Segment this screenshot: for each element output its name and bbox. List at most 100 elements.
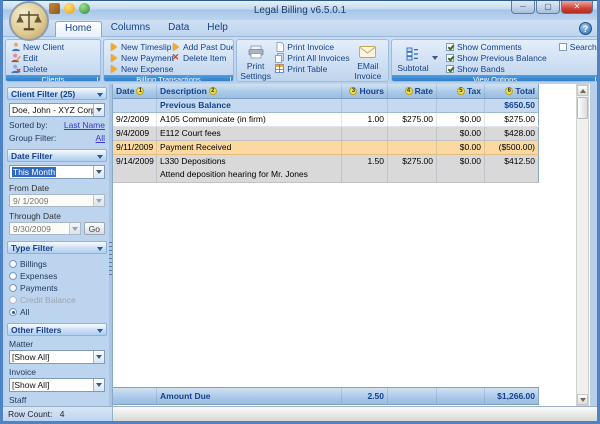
amount-due-total: $1,266.00 bbox=[485, 388, 539, 404]
print-settings-button[interactable]: Print Settings bbox=[239, 41, 272, 81]
through-date-input[interactable]: 9/30/2009 bbox=[9, 222, 81, 235]
tab-data[interactable]: Data bbox=[159, 20, 198, 37]
date-filter-header[interactable]: Date Filter bbox=[7, 149, 107, 162]
tab-help[interactable]: Help bbox=[198, 20, 237, 37]
date-picker-icon[interactable] bbox=[93, 195, 104, 206]
radio-payments[interactable]: Payments bbox=[9, 283, 105, 293]
scroll-down-icon[interactable] bbox=[577, 394, 588, 405]
delete-item-button[interactable]: ✕ Delete Item bbox=[168, 52, 234, 63]
show-comments-checkbox[interactable]: Show Comments bbox=[444, 41, 547, 52]
new-timeslip-button[interactable]: New Timeslip bbox=[106, 41, 168, 52]
table-row-payment-highlighted[interactable]: 9/11/2009 Payment Received $0.00 ($500.0… bbox=[113, 141, 539, 155]
group-label-billing-transactions[interactable]: Billing Transactions bbox=[104, 75, 233, 82]
print-table-button[interactable]: Print Table bbox=[272, 63, 349, 74]
scroll-up-icon[interactable] bbox=[577, 85, 588, 96]
group-label-clients[interactable]: Clients bbox=[6, 75, 100, 82]
print-all-invoices-button[interactable]: Print All Invoices bbox=[272, 52, 349, 63]
chevron-down-icon bbox=[97, 329, 103, 333]
email-invoice-button[interactable]: EMail Invoice bbox=[350, 41, 386, 81]
row-description: L330 Depositions bbox=[160, 155, 338, 168]
table-row[interactable]: 9/4/2009 E112 Court fees $0.00 $428.00 bbox=[113, 127, 539, 141]
search-footer-checkbox[interactable]: Search Footer bbox=[557, 41, 599, 52]
chevron-down-icon bbox=[97, 155, 103, 159]
show-bands-checkbox[interactable]: Show Bands bbox=[444, 63, 547, 74]
subtotal-dropdown-icon[interactable] bbox=[432, 56, 438, 60]
dialog-launcher-icon[interactable] bbox=[92, 77, 98, 82]
go-button[interactable]: Go bbox=[84, 222, 105, 235]
add-past-due-interest-button[interactable]: Add Past Due Interest bbox=[168, 41, 234, 52]
previous-balance-label: Previous Balance bbox=[157, 99, 342, 112]
from-date-label: From Date bbox=[9, 183, 105, 193]
other-filters-header[interactable]: Other Filters bbox=[7, 323, 107, 336]
new-expense-button[interactable]: New Expense bbox=[106, 63, 168, 74]
column-badge: 6 bbox=[505, 87, 513, 95]
new-client-icon bbox=[10, 42, 21, 52]
table-row[interactable]: 9/14/2009 L330 Depositions Attend deposi… bbox=[113, 155, 539, 183]
delete-client-button[interactable]: Delete bbox=[8, 63, 64, 74]
column-header-total[interactable]: 6 Total bbox=[485, 84, 539, 98]
row-count: Row Count: 4 bbox=[3, 407, 113, 422]
column-header-hours[interactable]: 3 Hours bbox=[342, 84, 388, 98]
edit-client-button[interactable]: Edit bbox=[8, 52, 64, 63]
chevron-down-icon bbox=[97, 93, 103, 97]
dialog-launcher-icon[interactable] bbox=[590, 77, 596, 82]
subtotal-button[interactable]: Subtotal bbox=[394, 43, 432, 73]
scales-of-justice-icon bbox=[14, 6, 44, 36]
combo-arrow-icon[interactable] bbox=[93, 166, 104, 178]
tab-home[interactable]: Home bbox=[55, 21, 102, 37]
column-badge: 1 bbox=[136, 87, 144, 95]
checkbox-checked-icon bbox=[446, 54, 454, 62]
type-filter-header[interactable]: Type Filter bbox=[7, 241, 107, 254]
radio-all[interactable]: All bbox=[9, 307, 105, 317]
maximize-button[interactable] bbox=[536, 1, 560, 14]
matter-label: Matter bbox=[9, 339, 105, 349]
new-payment-button[interactable]: New Payment bbox=[106, 52, 168, 63]
filter-sidebar: Client Filter (25) Doe, John - XYZ Corpo… bbox=[5, 84, 109, 406]
from-date-input[interactable]: 9/ 1/2009 bbox=[9, 194, 105, 207]
sorted-by-label: Sorted by: bbox=[9, 120, 48, 130]
column-header-description[interactable]: Description 2 bbox=[157, 84, 342, 98]
yellow-arrow-icon bbox=[170, 42, 181, 52]
close-button[interactable] bbox=[561, 1, 593, 14]
dialog-launcher-icon[interactable] bbox=[225, 77, 231, 82]
previous-balance-row[interactable]: Previous Balance $650.50 bbox=[113, 99, 539, 113]
scrollbar-thumb[interactable] bbox=[577, 97, 588, 119]
radio-expenses[interactable]: Expenses bbox=[9, 271, 105, 281]
show-previous-balance-checkbox[interactable]: Show Previous Balance bbox=[444, 52, 547, 63]
matter-select[interactable]: [Show All] bbox=[9, 350, 105, 364]
minimize-button[interactable] bbox=[511, 1, 535, 14]
combo-arrow-icon[interactable] bbox=[93, 379, 104, 391]
table-grid-icon bbox=[274, 64, 285, 74]
print-invoice-button[interactable]: Print Invoice bbox=[272, 41, 349, 52]
column-header-date[interactable]: Date 1 bbox=[113, 84, 157, 98]
vertical-scrollbar[interactable] bbox=[576, 84, 589, 406]
radio-icon bbox=[9, 272, 17, 280]
column-badge: 3 bbox=[349, 87, 357, 95]
client-select[interactable]: Doe, John - XYZ Corporation bbox=[9, 103, 105, 117]
date-preset-select[interactable]: This Month bbox=[9, 165, 105, 179]
window-title: Legal Billing v6.5.0.1 bbox=[3, 5, 597, 16]
column-header-tax[interactable]: 5 Tax bbox=[437, 84, 485, 98]
date-picker-icon[interactable] bbox=[69, 223, 80, 234]
yellow-arrow-icon bbox=[108, 42, 119, 52]
sorted-by-link[interactable]: Last Name bbox=[64, 120, 105, 130]
table-row[interactable]: 9/2/2009 A105 Communicate (in firm) 1.00… bbox=[113, 113, 539, 127]
client-filter-header[interactable]: Client Filter (25) bbox=[7, 87, 107, 100]
radio-icon bbox=[9, 284, 17, 292]
group-filter-link[interactable]: All bbox=[96, 133, 105, 143]
status-bar: Row Count: 4 bbox=[3, 406, 597, 421]
new-client-button[interactable]: New Client bbox=[8, 41, 64, 52]
help-icon[interactable] bbox=[579, 22, 592, 35]
checkbox-unchecked-icon bbox=[559, 43, 567, 51]
app-logo[interactable] bbox=[9, 1, 49, 41]
combo-arrow-icon[interactable] bbox=[93, 351, 104, 363]
ribbon-tab-row: Home Columns Data Help bbox=[3, 20, 597, 37]
group-label-view-options[interactable]: View Options bbox=[392, 75, 598, 82]
invoice-label: Invoice bbox=[9, 367, 105, 377]
radio-billings[interactable]: Billings bbox=[9, 259, 105, 269]
invoice-select[interactable]: [Show All] bbox=[9, 378, 105, 392]
type-filter-body: Billings Expenses Payments Credit Balanc… bbox=[7, 254, 107, 321]
combo-arrow-icon[interactable] bbox=[93, 104, 104, 116]
column-header-rate[interactable]: 4 Rate bbox=[388, 84, 437, 98]
tab-columns[interactable]: Columns bbox=[102, 20, 159, 37]
